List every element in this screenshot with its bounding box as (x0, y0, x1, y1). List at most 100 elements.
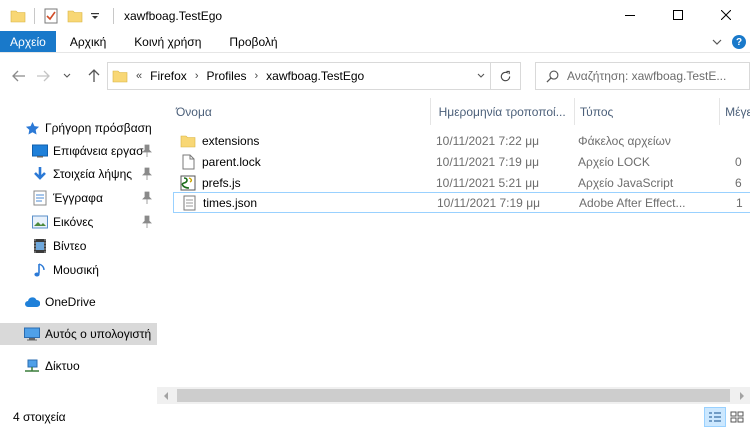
arrow-left-icon (12, 70, 25, 82)
view-switcher (704, 407, 748, 427)
expand-ribbon-button[interactable] (706, 31, 728, 53)
column-header-row: Όνομα Ημερομηνία τροποποί... Τύπος Μέγεθ… (157, 98, 750, 125)
nav-item-pictures[interactable]: Εικόνες (0, 211, 157, 233)
breadcrumb-item[interactable]: Firefox (146, 69, 191, 83)
recent-locations-button[interactable] (60, 66, 74, 86)
scroll-left-button[interactable] (157, 387, 174, 404)
forward-button[interactable] (32, 66, 54, 86)
title-divider (113, 7, 114, 24)
nav-item-desktop[interactable]: Επιφάνεια εργασ (0, 140, 157, 162)
maximize-button[interactable] (654, 0, 702, 29)
nav-item-quick-access[interactable]: Γρήγορη πρόσβαση (0, 117, 157, 139)
chevron-right-icon[interactable]: › (191, 70, 203, 82)
file-date: 10/11/2021 5:21 μμ (436, 175, 540, 190)
chevron-down-icon (63, 73, 71, 78)
arrow-right-icon (37, 70, 50, 82)
pin-icon[interactable] (141, 191, 153, 205)
pin-icon[interactable] (141, 215, 153, 229)
nav-item-label: Αυτός ο υπολογιστή (45, 327, 152, 341)
column-header-size[interactable]: Μέγεθος (720, 98, 750, 125)
cloud-icon (24, 294, 40, 310)
close-button[interactable] (702, 0, 750, 29)
address-history-button[interactable] (470, 63, 490, 89)
nav-item-this-pc[interactable]: Αυτός ο υπολογιστή (0, 323, 157, 345)
nav-item-downloads[interactable]: Στοιχεία λήψης (0, 163, 157, 185)
pin-icon[interactable] (141, 167, 153, 181)
file-name-cell: times.json (174, 195, 429, 211)
window-controls (606, 0, 750, 29)
breadcrumb-item[interactable]: Profiles (202, 69, 250, 83)
caret-left-icon (163, 391, 168, 400)
file-name: parent.lock (202, 154, 261, 169)
pictures-icon (32, 214, 48, 230)
chevron-down-icon (477, 73, 484, 78)
pin-icon[interactable] (141, 144, 153, 158)
file-icon (180, 154, 196, 170)
nav-item-documents[interactable]: Έγγραφα (0, 187, 157, 209)
breadcrumb-overflow[interactable]: « (132, 70, 146, 82)
folder-icon[interactable] (8, 6, 28, 26)
details-view-button[interactable] (704, 407, 726, 427)
tab-view[interactable]: Προβολή (215, 31, 291, 52)
nav-item-label: OneDrive (45, 295, 96, 309)
column-header-type[interactable]: Τύπος (575, 98, 721, 125)
new-folder-icon[interactable] (65, 6, 85, 26)
minimize-button[interactable] (606, 0, 654, 29)
nav-item-music[interactable]: Μουσική (0, 259, 157, 281)
nav-item-onedrive[interactable]: OneDrive (0, 291, 157, 313)
file-name-cell: prefs.js (173, 175, 428, 191)
nav-item-label: Γρήγορη πρόσβαση (45, 121, 152, 135)
ribbon-controls: ? (706, 31, 750, 53)
up-button[interactable] (83, 66, 105, 86)
nav-item-label: Μουσική (53, 263, 99, 277)
file-name-cell: extensions (173, 133, 428, 149)
chevron-down-icon (712, 39, 722, 45)
back-button[interactable] (8, 66, 30, 86)
breadcrumb-item[interactable]: xawfboag.TestEgo (262, 69, 368, 83)
caret-right-icon (739, 391, 744, 400)
download-icon (32, 166, 48, 182)
address-bar[interactable]: « Firefox › Profiles › xawfboag.TestEgo (107, 62, 521, 90)
folder-icon (180, 133, 196, 149)
search-box[interactable] (535, 62, 750, 90)
scroll-right-button[interactable] (733, 387, 750, 404)
music-icon (32, 262, 48, 278)
status-bar: 4 στοιχεία (0, 404, 750, 429)
file-size: 1 (736, 195, 743, 210)
nav-item-videos[interactable]: Βίντεο (0, 235, 157, 257)
customize-toolbar-icon[interactable] (85, 6, 105, 26)
refresh-button[interactable] (490, 63, 520, 89)
list-item[interactable]: times.json 10/11/2021 7:19 μμ Adobe Afte… (173, 192, 750, 213)
desktop-icon (32, 143, 48, 159)
tab-home[interactable]: Αρχική (56, 31, 120, 52)
nav-item-label: Εικόνες (53, 215, 94, 229)
scrollbar-thumb[interactable] (177, 389, 730, 402)
chevron-right-icon[interactable]: › (251, 70, 263, 82)
search-icon (546, 70, 559, 83)
horizontal-scrollbar[interactable] (157, 387, 750, 404)
folder-icon (112, 69, 128, 83)
star-icon (24, 120, 40, 136)
column-header-name[interactable]: Όνομα (157, 98, 431, 125)
list-item[interactable]: parent.lock 10/11/2021 7:19 μμ Αρχείο LO… (173, 151, 750, 172)
column-header-date[interactable]: Ημερομηνία τροποποί... (431, 98, 575, 125)
json-file-icon (181, 195, 197, 211)
breadcrumb: « Firefox › Profiles › xawfboag.TestEgo (108, 63, 470, 89)
file-date: 10/11/2021 7:19 μμ (436, 154, 540, 169)
file-type: Adobe After Effect... (579, 195, 686, 210)
tab-share[interactable]: Κοινή χρήση (120, 31, 215, 52)
arrow-up-icon (88, 69, 100, 82)
nav-item-network[interactable]: Δίκτυο (0, 355, 157, 377)
properties-icon[interactable] (41, 6, 61, 26)
video-icon (32, 238, 48, 254)
file-name: prefs.js (202, 175, 241, 190)
help-button[interactable]: ? (728, 31, 750, 53)
tab-file[interactable]: Αρχείο (0, 31, 56, 52)
large-icons-view-button[interactable] (726, 407, 748, 427)
navigation-bar: « Firefox › Profiles › xawfboag.TestEgo (0, 53, 750, 98)
file-name: times.json (203, 195, 258, 210)
list-item[interactable]: prefs.js 10/11/2021 5:21 μμ Αρχείο JavaS… (173, 172, 750, 193)
search-input[interactable] (567, 69, 747, 83)
network-icon (24, 358, 40, 374)
list-item[interactable]: extensions 10/11/2021 7:22 μμ Φάκελος αρ… (173, 130, 750, 151)
